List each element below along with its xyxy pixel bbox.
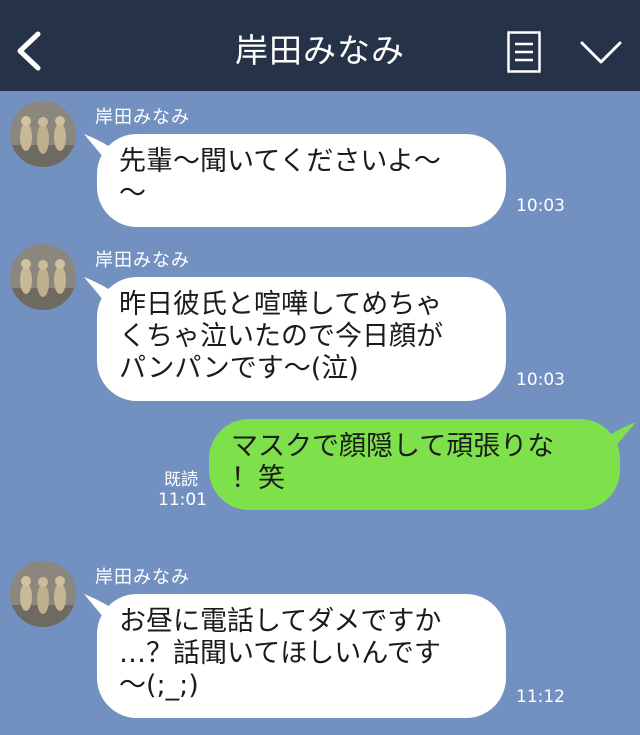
message-time: 11:12 [516,687,565,707]
chevron-down-icon[interactable] [579,38,623,66]
message-bubble-sent[interactable]: マスクで顔隠して頑張りな ！笑 [209,419,620,510]
message-time: 10:03 [516,370,565,390]
bubble-tail [608,422,636,446]
chat-header: 岸田みなみ [0,0,640,91]
read-status: 既読 11:01 [158,470,207,510]
message-bubble[interactable]: 昨日彼氏と喧嘩してめちゃ くちゃ泣いたので今日顔が パンパンです〜(泣) [97,277,506,401]
message-bubble[interactable]: お昼に電話してダメですか …？話聞いてほしいんです 〜(;_;) [97,594,506,718]
avatar[interactable] [10,101,76,167]
message-time: 11:01 [158,490,207,510]
meerkat-avatar-icon [10,561,76,627]
meerkat-avatar-icon [10,244,76,310]
chat-title: 岸田みなみ [235,31,405,70]
avatar[interactable] [10,561,76,627]
meerkat-avatar-icon [10,101,76,167]
sender-name: 岸田みなみ [95,107,190,128]
avatar[interactable] [10,244,76,310]
message-time: 10:03 [516,196,565,216]
message-bubble[interactable]: 先輩〜聞いてくださいよ〜 〜 [97,134,506,227]
read-label: 既読 [164,470,198,490]
menu-icon[interactable] [507,31,541,73]
sender-name: 岸田みなみ [95,567,190,588]
sender-name: 岸田みなみ [95,250,190,271]
